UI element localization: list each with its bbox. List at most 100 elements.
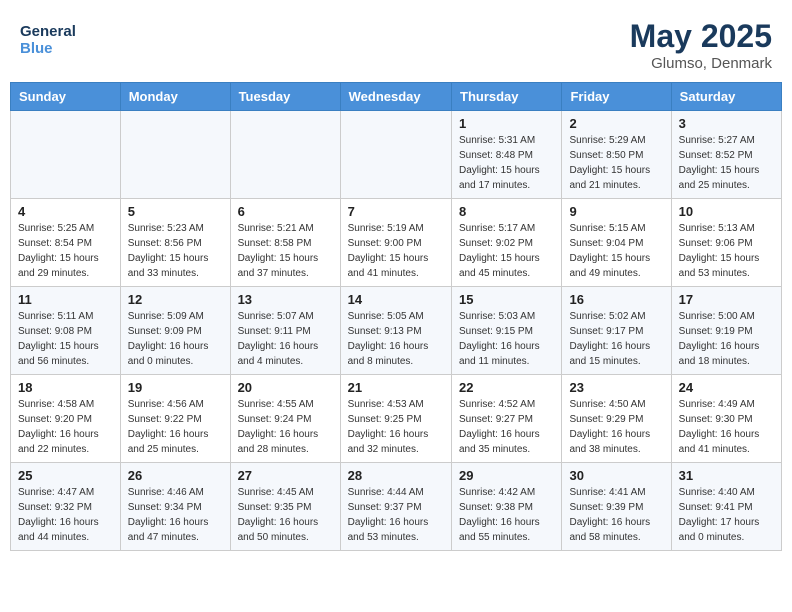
calendar-cell [230,111,340,199]
day-number: 17 [679,292,774,307]
calendar-cell: 15 Sunrise: 5:03 AM Sunset: 9:15 PM Dayli… [452,287,562,375]
location: Glumso, Denmark [630,55,772,72]
day-number: 28 [348,468,444,483]
day-number: 19 [128,380,223,395]
day-number: 4 [18,204,113,219]
calendar-cell: 27Sunrise: 4:45 AM Sunset: 9:35 PM Dayli… [230,463,340,551]
day-info: Sunrise: 5:13 AM Sunset: 9:06 PM Dayligh… [679,221,774,281]
svg-text:Blue: Blue [20,40,53,57]
weekday-header-saturday: Saturday [671,83,781,111]
day-info: Sunrise: 5:11 AM Sunset: 9:08 PM Dayligh… [18,309,113,369]
calendar-cell: 21 Sunrise: 4:53 AM Sunset: 9:25 PM Dayli… [340,375,451,463]
day-info: Sunrise: 5:09 AM Sunset: 9:09 PM Dayligh… [128,309,223,369]
day-number: 11 [18,292,113,307]
calendar-cell [340,111,451,199]
day-info: Sunrise: 5:25 AM Sunset: 8:54 PM Dayligh… [18,221,113,281]
logo: General Blue [20,18,110,58]
day-info: Sunrise: 4:44 AM Sunset: 9:37 PM Dayligh… [348,485,444,545]
day-number: 21 [348,380,444,395]
day-number: 5 [128,204,223,219]
day-number: 18 [18,380,113,395]
calendar-cell [120,111,230,199]
day-info: Sunrise: 4:47 AM Sunset: 9:32 PM Dayligh… [18,485,113,545]
month-title: May 2025 [630,18,772,55]
calendar-cell: 23 Sunrise: 4:50 AM Sunset: 9:29 PM Dayli… [562,375,671,463]
day-info: Sunrise: 4:58 AM Sunset: 9:20 PM Dayligh… [18,397,113,457]
day-number: 3 [679,116,774,131]
calendar-cell: 14Sunrise: 5:05 AM Sunset: 9:13 PM Dayli… [340,287,451,375]
day-info: Sunrise: 4:53 AM Sunset: 9:25 PM Dayligh… [348,397,444,457]
day-number: 9 [569,204,663,219]
day-info: Sunrise: 5:00 AM Sunset: 9:19 PM Dayligh… [679,309,774,369]
calendar-cell: 22 Sunrise: 4:52 AM Sunset: 9:27 PM Dayli… [452,375,562,463]
day-info: Sunrise: 5:21 AM Sunset: 8:58 PM Dayligh… [238,221,333,281]
calendar-cell: 17 Sunrise: 5:00 AM Sunset: 9:19 PM Dayli… [671,287,781,375]
calendar-cell: 26 Sunrise: 4:46 AM Sunset: 9:34 PM Dayli… [120,463,230,551]
day-info: Sunrise: 4:56 AM Sunset: 9:22 PM Dayligh… [128,397,223,457]
day-number: 2 [569,116,663,131]
calendar-week-2: 4 Sunrise: 5:25 AM Sunset: 8:54 PM Daylig… [11,199,782,287]
calendar-cell: 28 Sunrise: 4:44 AM Sunset: 9:37 PM Dayli… [340,463,451,551]
day-number: 12 [128,292,223,307]
day-number: 14 [348,292,444,307]
calendar-week-3: 11 Sunrise: 5:11 AM Sunset: 9:08 PM Dayli… [11,287,782,375]
day-number: 23 [569,380,663,395]
weekday-header-monday: Monday [120,83,230,111]
day-info: Sunrise: 4:55 AM Sunset: 9:24 PM Dayligh… [238,397,333,457]
calendar-cell: 8Sunrise: 5:17 AM Sunset: 9:02 PM Daylig… [452,199,562,287]
day-number: 31 [679,468,774,483]
calendar-cell: 31 Sunrise: 4:40 AM Sunset: 9:41 PM Dayli… [671,463,781,551]
calendar-cell: 5 Sunrise: 5:23 AM Sunset: 8:56 PM Daylig… [120,199,230,287]
calendar-week-5: 25 Sunrise: 4:47 AM Sunset: 9:32 PM Dayli… [11,463,782,551]
day-info: Sunrise: 5:17 AM Sunset: 9:02 PM Dayligh… [459,221,554,281]
day-info: Sunrise: 4:50 AM Sunset: 9:29 PM Dayligh… [569,397,663,457]
day-number: 26 [128,468,223,483]
logo-svg: General Blue [20,18,110,58]
svg-text:General: General [20,23,76,40]
calendar-cell: 30 Sunrise: 4:41 AM Sunset: 9:39 PM Dayli… [562,463,671,551]
day-info: Sunrise: 4:41 AM Sunset: 9:39 PM Dayligh… [569,485,663,545]
calendar-cell: 25 Sunrise: 4:47 AM Sunset: 9:32 PM Dayli… [11,463,121,551]
weekday-header-friday: Friday [562,83,671,111]
day-info: Sunrise: 4:49 AM Sunset: 9:30 PM Dayligh… [679,397,774,457]
day-number: 25 [18,468,113,483]
calendar-cell: 24 Sunrise: 4:49 AM Sunset: 9:30 PM Dayli… [671,375,781,463]
calendar-cell: 6 Sunrise: 5:21 AM Sunset: 8:58 PM Daylig… [230,199,340,287]
day-number: 6 [238,204,333,219]
day-info: Sunrise: 4:42 AM Sunset: 9:38 PM Dayligh… [459,485,554,545]
weekday-header-tuesday: Tuesday [230,83,340,111]
calendar-week-4: 18 Sunrise: 4:58 AM Sunset: 9:20 PM Dayli… [11,375,782,463]
calendar-table: SundayMondayTuesdayWednesdayThursdayFrid… [10,82,782,551]
calendar-cell: 10 Sunrise: 5:13 AM Sunset: 9:06 PM Dayli… [671,199,781,287]
day-info: Sunrise: 4:46 AM Sunset: 9:34 PM Dayligh… [128,485,223,545]
calendar-cell: 9 Sunrise: 5:15 AM Sunset: 9:04 PM Daylig… [562,199,671,287]
day-info: Sunrise: 5:02 AM Sunset: 9:17 PM Dayligh… [569,309,663,369]
day-info: Sunrise: 5:29 AM Sunset: 8:50 PM Dayligh… [569,133,663,193]
calendar-cell: 1Sunrise: 5:31 AM Sunset: 8:48 PM Daylig… [452,111,562,199]
day-number: 15 [459,292,554,307]
calendar-cell: 19 Sunrise: 4:56 AM Sunset: 9:22 PM Dayli… [120,375,230,463]
calendar-cell: 7Sunrise: 5:19 AM Sunset: 9:00 PM Daylig… [340,199,451,287]
day-number: 1 [459,116,554,131]
day-info: Sunrise: 5:07 AM Sunset: 9:11 PM Dayligh… [238,309,333,369]
day-number: 10 [679,204,774,219]
weekday-header-thursday: Thursday [452,83,562,111]
title-area: May 2025 Glumso, Denmark [630,18,772,72]
day-info: Sunrise: 4:45 AM Sunset: 9:35 PM Dayligh… [238,485,333,545]
day-info: Sunrise: 5:27 AM Sunset: 8:52 PM Dayligh… [679,133,774,193]
calendar-cell: 2 Sunrise: 5:29 AM Sunset: 8:50 PM Daylig… [562,111,671,199]
day-info: Sunrise: 5:23 AM Sunset: 8:56 PM Dayligh… [128,221,223,281]
calendar-cell: 4 Sunrise: 5:25 AM Sunset: 8:54 PM Daylig… [11,199,121,287]
day-info: Sunrise: 4:52 AM Sunset: 9:27 PM Dayligh… [459,397,554,457]
calendar-cell: 29 Sunrise: 4:42 AM Sunset: 9:38 PM Dayli… [452,463,562,551]
calendar-cell: 16Sunrise: 5:02 AM Sunset: 9:17 PM Dayli… [562,287,671,375]
day-number: 30 [569,468,663,483]
day-number: 22 [459,380,554,395]
day-info: Sunrise: 5:03 AM Sunset: 9:15 PM Dayligh… [459,309,554,369]
calendar-cell [11,111,121,199]
day-info: Sunrise: 5:15 AM Sunset: 9:04 PM Dayligh… [569,221,663,281]
day-number: 24 [679,380,774,395]
day-info: Sunrise: 4:40 AM Sunset: 9:41 PM Dayligh… [679,485,774,545]
day-number: 29 [459,468,554,483]
day-number: 20 [238,380,333,395]
